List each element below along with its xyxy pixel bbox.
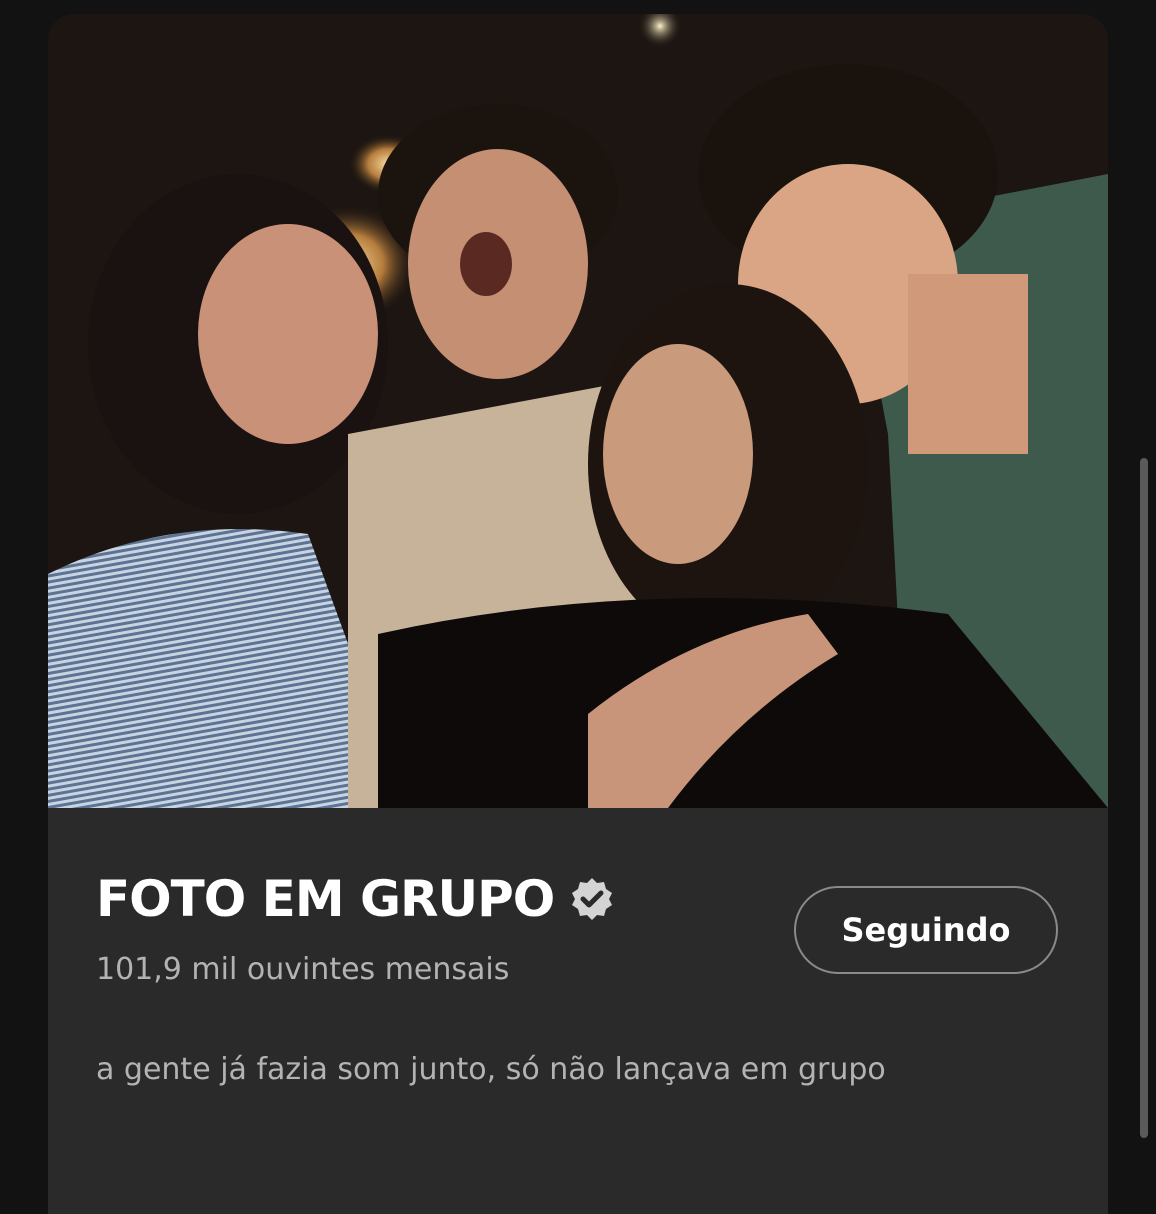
artist-name-text: FOTO EM GRUPO	[96, 870, 555, 928]
scrollbar[interactable]	[1140, 458, 1148, 1138]
artist-photo[interactable]	[48, 14, 1108, 808]
artist-info: FOTO EM GRUPO 101,9 mil ouvintes mensais…	[48, 808, 1108, 1214]
following-button[interactable]: Seguindo	[794, 886, 1058, 974]
artist-bio: a gente já fazia som junto, só não lança…	[96, 1052, 886, 1087]
artist-card: FOTO EM GRUPO 101,9 mil ouvintes mensais…	[48, 14, 1108, 1214]
artist-photo-image	[48, 14, 1108, 808]
verified-badge-icon	[568, 875, 616, 923]
monthly-listeners: 101,9 mil ouvintes mensais	[96, 952, 510, 987]
artist-name: FOTO EM GRUPO	[96, 870, 616, 928]
